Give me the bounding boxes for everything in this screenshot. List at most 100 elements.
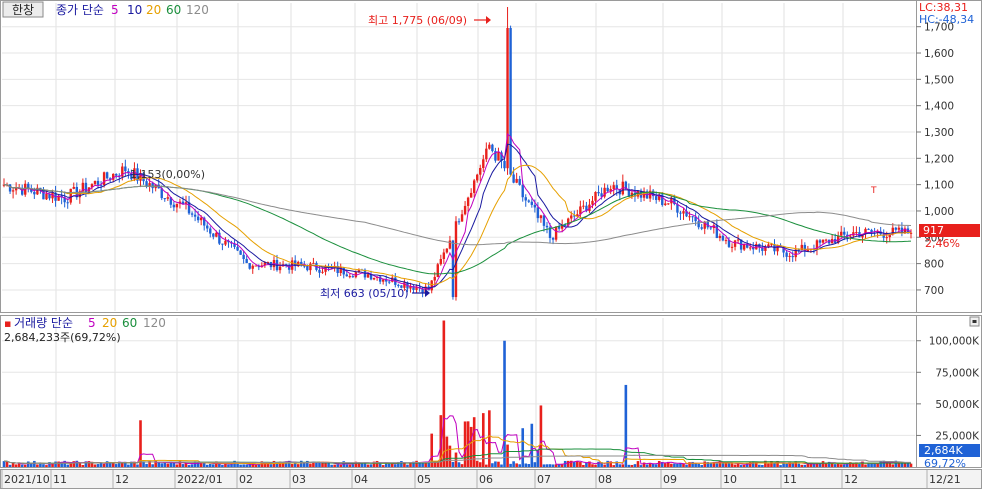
candle-body xyxy=(518,178,521,185)
volume-legend-ma20: 20 xyxy=(102,316,117,330)
volume-bar xyxy=(299,460,303,467)
volume-bar xyxy=(66,464,70,467)
candle-body xyxy=(482,159,485,169)
date-tick-label: 02 xyxy=(239,473,253,486)
volume-bar xyxy=(345,464,349,467)
volume-bar xyxy=(454,452,458,467)
candle-body xyxy=(372,277,376,280)
volume-tick-label: 50,000K xyxy=(935,399,980,411)
volume-bar xyxy=(663,463,667,467)
candle-body xyxy=(439,258,443,265)
candle-body xyxy=(193,214,197,217)
price-tick-label: 1,500 xyxy=(924,74,954,86)
candle-body xyxy=(124,166,127,172)
volume-bar xyxy=(339,464,343,467)
date-tick-label: 12 xyxy=(844,473,858,486)
volume-bar xyxy=(145,463,148,467)
volume-bar xyxy=(303,463,306,467)
volume-bar xyxy=(375,460,379,467)
volume-bar xyxy=(566,460,570,467)
volume-bar xyxy=(630,464,634,467)
candle-body xyxy=(582,205,585,207)
volume-bar xyxy=(700,465,703,467)
volume-bar xyxy=(42,464,45,467)
volume-bar xyxy=(208,463,212,467)
volume-bar xyxy=(621,464,625,467)
volume-bar xyxy=(818,463,822,467)
price-tick-label: 1,000 xyxy=(924,206,954,218)
volume-bar xyxy=(591,464,594,467)
candle-body xyxy=(818,240,822,243)
volume-bar xyxy=(406,464,409,467)
volume-bar xyxy=(773,463,776,467)
volume-bar xyxy=(163,462,167,467)
volume-bar xyxy=(20,464,24,467)
candle-body xyxy=(542,215,546,226)
volume-bar xyxy=(800,464,804,467)
volume-bar xyxy=(500,464,503,467)
last-price-value: 917 xyxy=(923,224,944,237)
volume-bar xyxy=(727,463,731,467)
volume-bar xyxy=(527,464,531,467)
volume-bar xyxy=(421,462,424,467)
volume-bar xyxy=(606,460,609,467)
price-tick-label: 1,300 xyxy=(924,127,954,139)
volume-bar xyxy=(102,463,106,467)
volume-bar xyxy=(351,464,355,467)
candle-body xyxy=(166,197,170,199)
volume-bar xyxy=(612,465,616,467)
volume-bar xyxy=(403,462,406,467)
volume-bar xyxy=(315,462,318,467)
candle-body xyxy=(700,227,703,229)
mid-annotation: 1,153(0,00%) xyxy=(130,168,205,181)
volume-bar xyxy=(415,460,418,467)
volume-bar xyxy=(2,461,6,467)
volume-bar xyxy=(14,464,18,467)
candle-body xyxy=(33,191,36,195)
volume-bar xyxy=(333,464,336,467)
volume-bar xyxy=(81,465,85,467)
volume-bar xyxy=(387,463,391,467)
candle-body xyxy=(45,193,48,200)
volume-bar xyxy=(78,463,82,467)
volume-bar xyxy=(594,464,597,467)
volume-bar xyxy=(758,464,761,467)
candle-body xyxy=(509,28,512,175)
volume-bar xyxy=(797,463,801,467)
candle-body xyxy=(236,246,239,251)
candle-body xyxy=(251,265,254,269)
price-legend-ma20: 20 xyxy=(146,3,161,17)
date-tick-label: 05 xyxy=(417,473,431,486)
candle-body xyxy=(612,185,615,189)
volume-bar xyxy=(127,464,130,467)
volume-bar xyxy=(733,464,737,467)
candle-body xyxy=(196,216,200,221)
volume-bar xyxy=(139,420,142,467)
volume-bar xyxy=(205,464,209,467)
volume-bar xyxy=(524,463,528,467)
candle-body xyxy=(454,221,458,298)
volume-bar xyxy=(572,461,576,467)
volume-bar xyxy=(682,463,685,467)
candle-body xyxy=(597,191,600,194)
price-legend-label: 종가 단순 xyxy=(56,3,104,17)
volume-bar xyxy=(96,464,100,467)
volume-bar xyxy=(545,464,549,467)
volume-bar xyxy=(785,463,788,467)
volume-bar xyxy=(469,426,473,467)
volume-tick-label: 75,000K xyxy=(935,367,980,379)
candle-body xyxy=(366,274,370,278)
candle-body xyxy=(909,232,913,234)
volume-bar xyxy=(654,464,658,467)
volume-bar xyxy=(506,444,509,467)
candle-body xyxy=(867,228,870,230)
candle-body xyxy=(718,235,722,239)
volume-bar xyxy=(272,460,276,467)
stock-chart: 1,7001,6001,5001,4001,3001,2001,1001,000… xyxy=(0,0,982,489)
candle-body xyxy=(436,264,439,277)
candle-body xyxy=(472,180,476,193)
volume-bar xyxy=(858,464,861,467)
volume-bar xyxy=(5,461,9,467)
volume-bar xyxy=(218,463,221,467)
candle-body xyxy=(840,231,843,236)
